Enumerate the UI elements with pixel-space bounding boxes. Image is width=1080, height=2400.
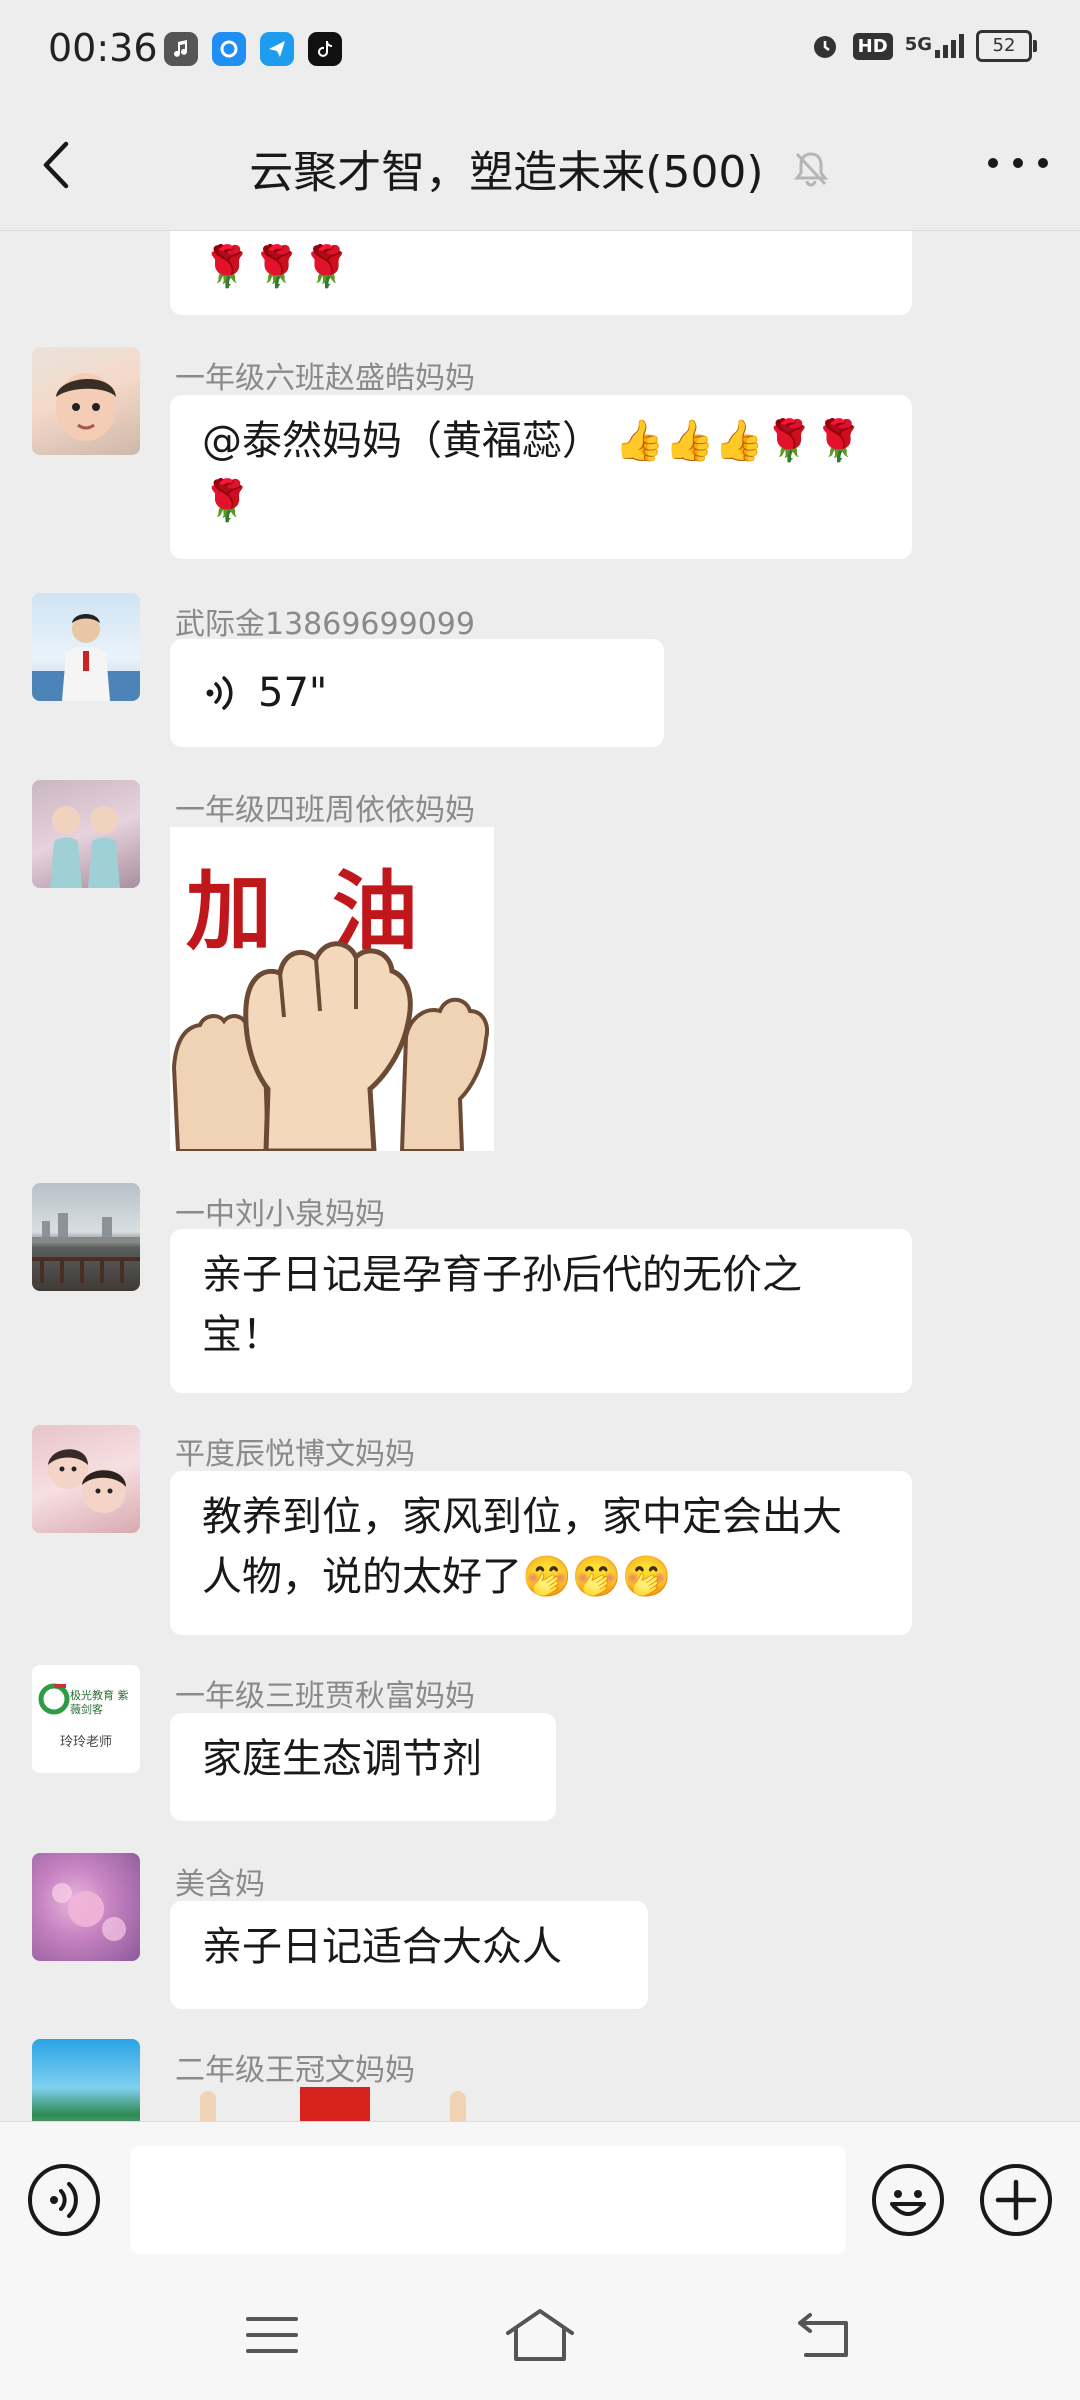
voice-message-bubble[interactable]: 57" bbox=[170, 639, 664, 747]
sticker-jiayou[interactable]: 加油 bbox=[170, 827, 494, 1151]
message-bubble[interactable]: 亲子日记适合大众人 bbox=[170, 1901, 648, 2009]
sender-name: 平度辰悦博文妈妈 bbox=[175, 1437, 415, 1472]
avatar-logo-text: 极光教育 紫薇剑客 bbox=[70, 1689, 129, 1716]
emoji-icon bbox=[890, 2190, 926, 2216]
more-options-icon[interactable] bbox=[988, 148, 1048, 178]
plus-icon bbox=[995, 2179, 1037, 2221]
menu-icon[interactable] bbox=[244, 2311, 300, 2359]
avatar[interactable] bbox=[32, 1183, 140, 1291]
message-bubble[interactable]: 亲子日记是孕育子孙后代的无价之宝！ bbox=[170, 1229, 912, 1393]
system-navigation-bar bbox=[0, 2281, 1080, 2400]
chat-header: 云聚才智，塑造未来(500) bbox=[0, 100, 1080, 231]
hd-badge: HD bbox=[852, 32, 893, 60]
avatar[interactable]: 极光教育 紫薇剑客 玲玲老师 bbox=[32, 1665, 140, 1773]
status-indicators: HD 5G 52 bbox=[809, 30, 1037, 62]
back-nav-icon[interactable] bbox=[796, 2309, 852, 2361]
sticker-partial[interactable] bbox=[170, 2087, 494, 2121]
sender-name: 一年级三班贾秋富妈妈 bbox=[175, 1679, 475, 1714]
more-actions-button[interactable] bbox=[980, 2164, 1052, 2236]
music-app-icon bbox=[164, 32, 198, 66]
avatar[interactable] bbox=[32, 1425, 140, 1533]
avatar[interactable] bbox=[32, 2039, 140, 2121]
avatar[interactable] bbox=[32, 347, 140, 455]
message-bubble[interactable]: 教养到位，家风到位，家中定会出大人物，说的太好了🤭🤭🤭 bbox=[170, 1471, 912, 1635]
signal-icon bbox=[935, 34, 964, 58]
mute-bell-icon bbox=[793, 152, 828, 187]
sender-name: 二年级王冠文妈妈 bbox=[175, 2053, 415, 2088]
message-bubble[interactable]: @泰然妈妈（黄福蕊） 👍👍👍🌹🌹🌹 bbox=[170, 395, 912, 559]
tiktok-app-icon bbox=[308, 32, 342, 66]
sender-name: 一年级四班周依依妈妈 bbox=[175, 793, 475, 828]
chat-title: 云聚才智，塑造未来(500) bbox=[249, 147, 764, 198]
send-app-icon bbox=[260, 32, 294, 66]
status-bar: 00:36 HD 5G 52 bbox=[0, 0, 1080, 100]
raised-fists-icon bbox=[171, 941, 489, 1151]
message-list[interactable]: 🌹🌹🌹 一年级六班赵盛皓妈妈 @泰然妈妈（黄福蕊） 👍👍👍🌹🌹🌹 武际金1386… bbox=[0, 231, 1080, 2121]
emoji-button[interactable] bbox=[872, 2164, 944, 2236]
message-bubble[interactable]: 🌹🌹🌹 bbox=[170, 231, 912, 315]
message-input[interactable] bbox=[130, 2146, 846, 2254]
avatar[interactable] bbox=[32, 1853, 140, 1961]
voice-icon bbox=[50, 2182, 78, 2218]
sender-name: 一中刘小泉妈妈 bbox=[175, 1197, 385, 1232]
avatar-caption: 玲玲老师 bbox=[59, 1735, 112, 1750]
voice-duration: 57" bbox=[258, 670, 328, 716]
home-icon[interactable] bbox=[504, 2307, 576, 2363]
voice-wave-icon bbox=[206, 676, 233, 710]
sender-name: 一年级六班赵盛皓妈妈 bbox=[175, 361, 475, 396]
message-bubble[interactable]: 家庭生态调节剂 bbox=[170, 1713, 556, 1821]
sender-name: 美含妈 bbox=[175, 1867, 265, 1902]
sender-name: 武际金13869699099 bbox=[175, 607, 475, 642]
alarm-icon bbox=[813, 36, 836, 58]
network-label: 5G bbox=[905, 34, 964, 58]
browser-app-icon bbox=[212, 32, 246, 66]
status-app-icons bbox=[164, 32, 342, 66]
status-time: 00:36 bbox=[48, 26, 158, 70]
input-bar bbox=[0, 2121, 1080, 2282]
avatar[interactable] bbox=[32, 593, 140, 701]
avatar[interactable] bbox=[32, 780, 140, 888]
battery-icon: 52 bbox=[976, 30, 1037, 62]
voice-input-button[interactable] bbox=[28, 2164, 100, 2236]
